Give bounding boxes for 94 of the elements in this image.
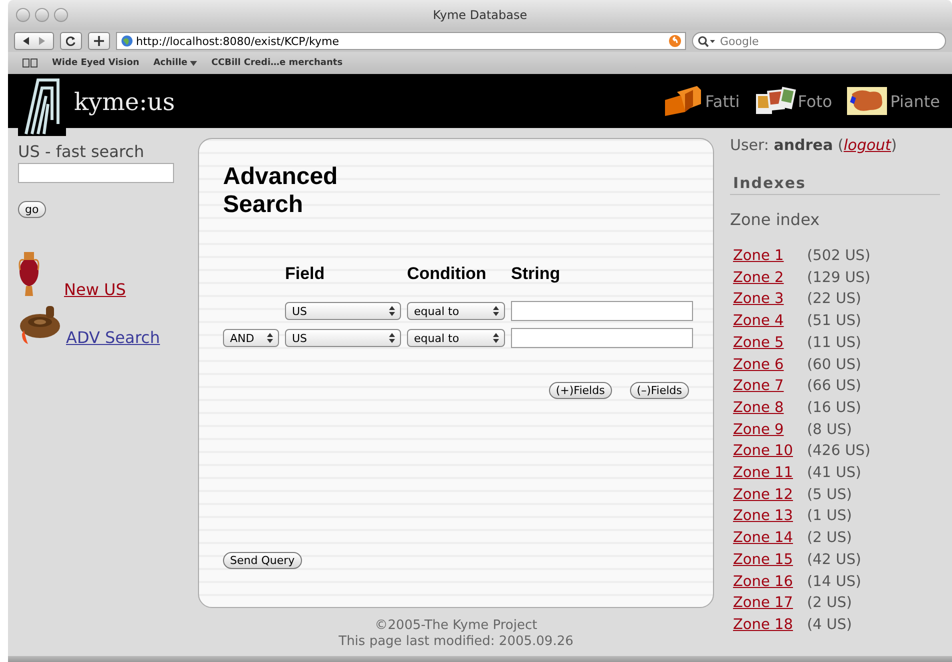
minimize-button[interactable]: [35, 8, 49, 22]
zone-link[interactable]: Zone 10: [733, 441, 807, 464]
up-down-arrows-icon: [389, 306, 395, 316]
zone-count: (66 US): [807, 377, 862, 396]
zone-link[interactable]: Zone 1: [733, 246, 807, 268]
add-bookmark-button[interactable]: [88, 32, 110, 50]
column-header: Condition: [407, 264, 486, 284]
zone-count: (16 US): [807, 398, 862, 418]
zone-link[interactable]: Zone 18: [733, 614, 807, 637]
condition-select[interactable]: equal to: [407, 329, 505, 348]
user-line: User: andrea (logout): [730, 136, 898, 154]
map-icon: [846, 86, 888, 116]
string-field[interactable]: [511, 301, 693, 322]
zone-link[interactable]: Zone 5: [733, 332, 807, 355]
zone-link[interactable]: Zone 16: [733, 572, 807, 594]
bookmark-item[interactable]: CCBill Credi…e merchants: [211, 58, 343, 68]
nav-link[interactable]: Foto: [754, 86, 832, 116]
reload-button[interactable]: [60, 32, 82, 50]
send-query-button[interactable]: Send Query: [223, 552, 302, 569]
search-field[interactable]: Google: [692, 32, 946, 50]
zone-count: (129 US): [807, 268, 870, 288]
column-header: String: [511, 264, 560, 284]
bricks-icon: [663, 86, 704, 116]
nav-link[interactable]: ADV Search: [18, 304, 160, 346]
nav-link[interactable]: New US: [18, 252, 160, 298]
zone-count: (22 US): [807, 290, 862, 310]
fields-button[interactable]: (+)Fields: [548, 382, 612, 400]
zone-count: (14 US): [807, 572, 862, 592]
zone-link[interactable]: Zone 15: [733, 550, 807, 572]
photos-icon: [754, 86, 796, 116]
search-icon: [698, 36, 716, 47]
dropdown-caret-icon: [190, 60, 198, 66]
close-button[interactable]: [16, 8, 30, 22]
zone-link[interactable]: Zone 7: [733, 376, 807, 398]
zone-link[interactable]: Zone 6: [733, 354, 807, 376]
zone-link[interactable]: Zone 17: [733, 593, 807, 615]
string-field[interactable]: [511, 328, 693, 348]
zone-count: (60 US): [807, 356, 862, 375]
snapback-icon[interactable]: [669, 35, 681, 47]
zone-link[interactable]: Zone 4: [733, 311, 807, 333]
zone-count: (4 US): [807, 616, 853, 635]
bookmark-item[interactable]: Wide Eyed Vision: [52, 58, 140, 68]
panel-title: Advanced Search: [223, 163, 339, 218]
zone-count: (1 US): [807, 507, 853, 526]
zone-count: (426 US): [807, 442, 870, 462]
zone-link[interactable]: Zone 13: [733, 506, 807, 528]
zone-link[interactable]: Zone 12: [733, 484, 807, 506]
zone-link[interactable]: Zone 11: [733, 463, 807, 485]
zone-count: (11 US): [807, 334, 862, 353]
globe-icon: [121, 35, 133, 47]
vase-icon: [18, 252, 40, 298]
up-down-arrows-icon: [267, 333, 273, 344]
zone-count: (8 US): [807, 420, 853, 440]
nav-link[interactable]: Fatti: [663, 86, 740, 116]
back-forward-icon: [22, 36, 46, 46]
bookmark-item[interactable]: Achille: [153, 58, 198, 68]
go-button[interactable]: go: [18, 201, 46, 218]
copyright-text: ©2005-The Kyme Project: [374, 618, 538, 634]
zoom-button[interactable]: [54, 8, 68, 22]
zone-link[interactable]: Zone 9: [733, 420, 807, 442]
fields-button[interactable]: (–)Fields: [630, 382, 689, 400]
last-modified-text: This page last modified: 2005.09.26: [338, 634, 574, 650]
nav-link[interactable]: Piante: [846, 86, 940, 116]
logo-text: kyme:us: [74, 88, 175, 116]
section-heading: Indexes: [730, 174, 940, 195]
zone-count: (2 US): [807, 529, 853, 548]
bookmarks-book-icon[interactable]: [22, 58, 38, 68]
zone-count: (42 US): [807, 550, 862, 570]
zone-link[interactable]: Zone 3: [733, 289, 807, 312]
window-title: Kyme Database: [432, 8, 528, 22]
zone-count: (51 US): [807, 312, 862, 332]
zone-count: (41 US): [807, 464, 862, 484]
up-down-arrows-icon: [493, 333, 499, 344]
operator-select[interactable]: AND: [223, 329, 279, 348]
zone-link[interactable]: Zone 2: [733, 268, 807, 290]
fast-search-label: US - fast search: [18, 142, 144, 161]
logout-link[interactable]: logout: [844, 136, 892, 154]
zone-count: (2 US): [807, 594, 853, 614]
plus-icon: [94, 36, 104, 46]
field-select[interactable]: US: [285, 329, 401, 348]
zone-link[interactable]: Zone 8: [733, 398, 807, 420]
field-select[interactable]: US: [285, 302, 401, 320]
up-down-arrows-icon: [389, 333, 395, 344]
subheading: Zone index: [730, 210, 821, 229]
zone-link[interactable]: Zone 14: [733, 528, 807, 550]
address-field[interactable]: http://localhost:8080/exist/KCP/kyme: [116, 32, 686, 50]
reload-icon: [66, 36, 76, 46]
zone-count: (5 US): [807, 486, 853, 505]
column-header: Field: [285, 264, 325, 284]
condition-select[interactable]: equal to: [407, 302, 505, 320]
back-forward-button[interactable]: [14, 32, 54, 50]
up-down-arrows-icon: [493, 306, 499, 316]
fast-search-field[interactable]: [18, 163, 174, 183]
zone-count: (502 US): [807, 247, 870, 266]
